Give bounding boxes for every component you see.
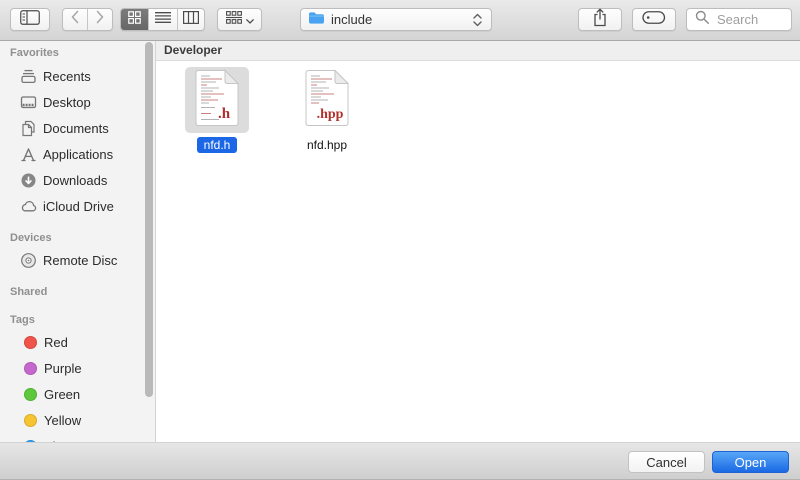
folder-icon	[308, 11, 325, 29]
tags-section-header: Tags	[10, 313, 35, 327]
documents-icon	[20, 120, 37, 137]
sidebar-item-label: Desktop	[43, 95, 91, 110]
current-folder-header: Developer	[156, 41, 800, 61]
tag-label: Purple	[44, 361, 82, 376]
sidebar-item-label: iCloud Drive	[43, 199, 114, 214]
file-name-label: nfd.h	[197, 137, 238, 153]
file-item-nfd-h[interactable]: .h nfd.h	[185, 67, 249, 153]
sidebar-item-label: Documents	[43, 121, 109, 136]
sidebar-item-label: Remote Disc	[43, 253, 117, 268]
back-button[interactable]	[63, 9, 87, 30]
downloads-icon	[20, 172, 37, 189]
file-icon-box: .hpp	[295, 67, 359, 133]
arrange-menu-button[interactable]	[217, 8, 262, 31]
tag-label: Red	[44, 335, 68, 350]
tags-button[interactable]	[632, 8, 676, 31]
sidebar-icon	[20, 10, 40, 30]
tag-label: Green	[44, 387, 80, 402]
open-button[interactable]: Open	[712, 451, 789, 473]
file-browser-pane: Developer	[156, 41, 800, 442]
sidebar-item-applications[interactable]: Applications	[0, 141, 155, 167]
sidebar-item-tag-purple[interactable]: Purple	[0, 355, 155, 381]
devices-section-header: Devices	[10, 231, 52, 245]
tag-icon	[642, 10, 666, 30]
share-icon	[591, 8, 609, 32]
sidebar-item-recents[interactable]: Recents	[0, 63, 155, 89]
open-file-dialog: include	[0, 0, 800, 480]
sidebar-item-remote-disc[interactable]: Remote Disc	[0, 247, 155, 273]
column-view-button[interactable]	[177, 9, 204, 30]
tag-label: Yellow	[44, 413, 81, 428]
list-view-icon	[155, 11, 171, 29]
column-view-icon	[183, 11, 199, 29]
folder-dropdown[interactable]: include	[300, 8, 492, 31]
file-name-label: nfd.hpp	[300, 137, 354, 153]
desktop-icon	[20, 94, 37, 111]
header-file-icon: .h	[194, 69, 240, 132]
cancel-button[interactable]: Cancel	[628, 451, 705, 473]
sidebar: Favorites Recents Desktop	[0, 41, 156, 442]
sidebar-item-desktop[interactable]: Desktop	[0, 89, 155, 115]
chevron-right-icon	[95, 10, 105, 29]
sidebar-item-label: Downloads	[43, 173, 107, 188]
list-view-button[interactable]	[148, 9, 176, 30]
search-icon	[695, 10, 710, 30]
disc-icon	[20, 252, 37, 269]
file-grid: .h nfd.h	[156, 61, 800, 442]
shared-section-header: Shared	[10, 285, 47, 299]
sidebar-item-tag-green[interactable]: Green	[0, 381, 155, 407]
chevron-left-icon	[70, 10, 80, 29]
cloud-icon	[20, 198, 37, 215]
purple-tag-icon	[24, 362, 37, 375]
sidebar-item-icloud-drive[interactable]: iCloud Drive	[0, 193, 155, 219]
dialog-footer: Cancel Open	[0, 442, 800, 480]
forward-button[interactable]	[87, 9, 112, 30]
chevron-down-icon	[246, 11, 254, 29]
yellow-tag-icon	[24, 414, 37, 427]
stepper-icon	[473, 13, 482, 32]
sidebar-item-tag-blue[interactable]: Blue	[0, 433, 155, 442]
file-extension-text: .h	[218, 106, 231, 122]
red-tag-icon	[24, 336, 37, 349]
file-icon-highlight: .h	[185, 67, 249, 133]
sidebar-item-label: Applications	[43, 147, 113, 162]
search-input[interactable]	[715, 11, 791, 28]
sidebar-item-downloads[interactable]: Downloads	[0, 167, 155, 193]
icon-view-button[interactable]	[121, 9, 148, 30]
sidebar-scrollbar[interactable]	[145, 42, 153, 397]
sidebar-item-documents[interactable]: Documents	[0, 115, 155, 141]
grid-view-icon	[128, 11, 141, 29]
sidebar-item-tag-red[interactable]: Red	[0, 329, 155, 355]
green-tag-icon	[24, 388, 37, 401]
file-extension-text: .hpp	[317, 107, 344, 122]
applications-icon	[20, 146, 37, 163]
history-nav-group	[62, 8, 113, 31]
sidebar-toggle-button[interactable]	[10, 8, 50, 31]
sidebar-item-tag-yellow[interactable]: Yellow	[0, 407, 155, 433]
recents-icon	[20, 68, 37, 85]
search-field[interactable]	[686, 8, 792, 31]
arrange-icon	[226, 11, 242, 29]
sidebar-item-label: Recents	[43, 69, 91, 84]
file-item-nfd-hpp[interactable]: .hpp nfd.hpp	[295, 67, 359, 153]
favorites-section-header: Favorites	[10, 46, 59, 60]
view-mode-group	[120, 8, 205, 31]
header-file-icon: .hpp	[304, 69, 350, 132]
folder-dropdown-label: include	[331, 12, 372, 27]
share-button[interactable]	[578, 8, 622, 31]
toolbar: include	[0, 0, 800, 41]
